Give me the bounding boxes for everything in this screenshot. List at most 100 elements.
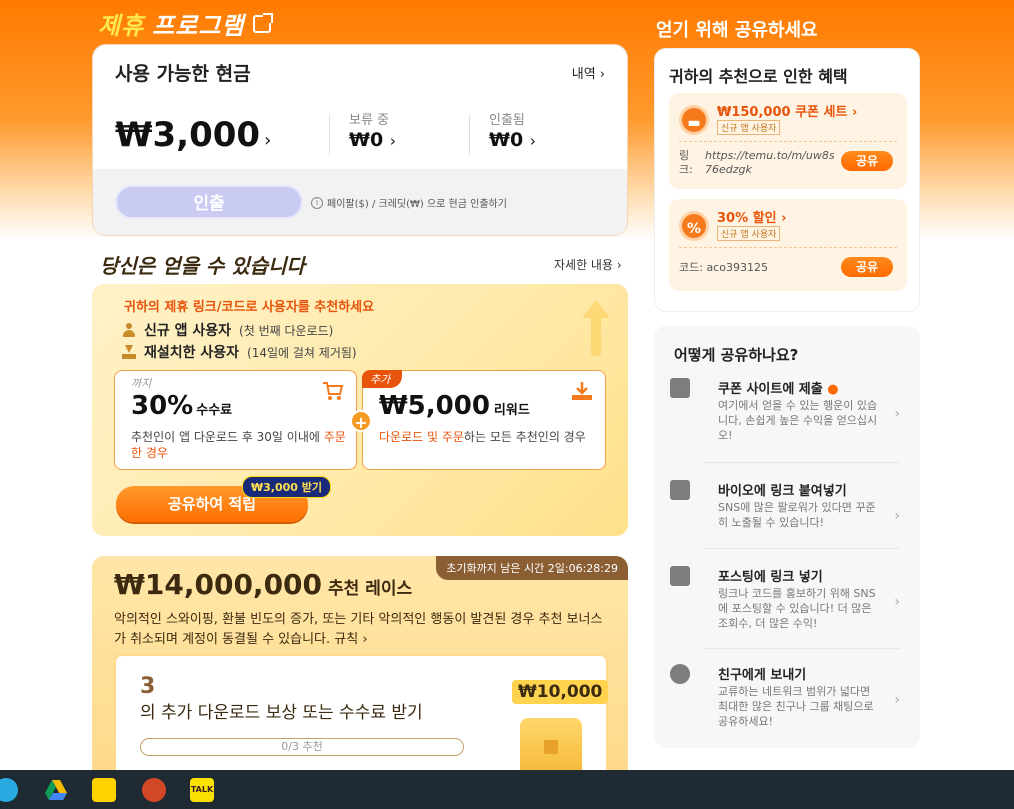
cash-title: 사용 가능한 현금 [115,63,251,85]
sticky-notes-icon[interactable] [92,778,116,802]
cash-card: 사용 가능한 현금 내역 › ₩3,000 › 보류 중 ₩0 › 인출됨 ₩0 … [92,44,628,236]
details-link-label: 자세한 내용 [554,258,614,272]
divider [679,247,897,248]
how-item-head-text: 쿠폰 사이트에 제출 [718,382,823,397]
share-panel-title: 얻기 위해 공유하세요 [656,20,818,41]
upto-label: 까지 [131,377,152,390]
discount-head[interactable]: 30% 할인 › [717,207,786,226]
race-sub: 의 추가 다운로드 보상 또는 수수료 받기 [140,703,423,723]
race-prize: ₩10,000 [512,680,609,704]
desc-suffix: 하는 모든 추천인의 경우 [463,430,586,444]
coupon-icon [670,378,690,398]
title-highlight: 제휴 [98,12,145,40]
withdraw-button[interactable]: 인출 [115,185,303,219]
taskbar: TALK [0,770,1014,809]
row1-note: (첫 번째 다운로드) [239,323,334,338]
divider [329,115,330,155]
discount-benefit: % 30% 할인 › 신규 앱 사용자 코드: aco393125 공유 [669,199,907,291]
coupon-head-text: ₩150,000 쿠폰 세트 [717,105,848,120]
benefit-title: 귀하의 추천으로 인한 혜택 [669,67,848,86]
reward-box: 추가 ₩5,000 리워드 다운로드 및 주문하는 모든 추천인의 경우 [362,370,606,470]
how-item-post-link[interactable]: 포스팅에 링크 넣기 링크나 코드를 홍보하기 위해 SNS에 포스팅할 수 있… [668,566,906,636]
chevron-right-icon: › [389,132,396,150]
how-item-desc: 링크나 코드를 홍보하기 위해 SNS에 포스팅할 수 있습니다! 더 많은 조… [718,587,876,630]
withdraw-note-text: 페이팔($) / 크레딧(₩) 으로 현금 인출하기 [327,199,507,210]
desc-highlight: 다운로드 및 주문 [379,430,464,444]
chevron-right-icon: › [894,594,900,610]
download-icon [122,345,136,359]
percent-suffix: 수수료 [196,403,233,418]
race-progress-bar: 0/3 추천 [140,738,464,756]
race-count: 3 [140,674,156,699]
pending-value[interactable]: ₩0 › [349,129,396,151]
how-item-bio-link[interactable]: 바이오에 링크 붙여넣기 SNS에 많은 팔로워가 있다면 꾸준히 노출될 수 … [668,480,906,540]
commission-percent: 30% 수수료 [131,391,232,421]
available-amount: ₩3,000 [115,115,261,155]
coupon-tag: 신규 앱 사용자 [717,120,781,135]
withdrawn-value[interactable]: ₩0 › [489,129,536,151]
withdrawn-label: 인출됨 [489,113,525,128]
history-link[interactable]: 내역 › [572,63,605,82]
row1-bold: 신규 앱 사용자 [144,323,232,339]
race-title: ₩14,000,000 추천 레이스 [114,568,412,601]
earn-headline: 귀하의 제휴 링크/코드로 사용자를 추천하세요 [124,300,375,315]
pending-amount: ₩0 [349,129,384,151]
earn-row-reinstall: 재설치한 사용자 (14일에 걸쳐 제거됨) [122,342,357,362]
share-code-button[interactable]: 공유 [841,257,893,277]
external-link-icon[interactable] [252,12,273,33]
chevron-right-icon: › [894,406,900,422]
referral-url[interactable]: https://temu.to/m/uw8s76edzgk [705,149,835,177]
title-rest: 프로그램 [152,12,245,40]
how-title: 어떻게 공유하나요? [674,346,799,364]
how-item-head: 쿠폰 사이트에 제출 ● [718,378,839,397]
extra-tag: 추가 [362,370,403,388]
google-drive-icon[interactable] [44,778,68,802]
how-item-head: 바이오에 링크 붙여넣기 [718,484,847,499]
page-title: 제휴 프로그램 [98,6,273,41]
how-item-desc: SNS에 많은 팔로워가 있다면 꾸준히 노출될 수 있습니다! [718,501,876,529]
reward-desc: 다운로드 및 주문하는 모든 추천인의 경우 [379,429,594,445]
share-link-button[interactable]: 공유 [841,151,893,171]
divider [704,548,900,549]
discount-head-text: 30% 할인 [717,211,777,226]
ticket-icon: ▬ [679,105,709,135]
available-cash[interactable]: ₩3,000 › [115,115,271,155]
withdrawn-amount: ₩0 [489,129,524,151]
divider [679,141,897,142]
earn-title: 당신은 얻을 수 있습니다 [100,254,305,278]
cart-icon [323,382,344,400]
info-icon[interactable]: i [311,196,323,209]
how-item-desc: 여기에서 얻을 수 있는 행운이 있습니다, 손쉽게 높은 수익을 얻으십시오! [718,399,878,442]
rules-link[interactable]: 규칙 › [334,632,367,647]
get-bonus-badge: ₩3,000 받기 [242,476,331,498]
details-link[interactable]: 자세한 내용 › [554,256,622,273]
percent-value: 30% [131,391,194,421]
reward-value: ₩5,000 [379,391,490,421]
row2-bold: 재설치한 사용자 [144,345,240,361]
kakaotalk-icon[interactable]: TALK [190,778,214,802]
coupon-head[interactable]: ₩150,000 쿠폰 세트 › [717,101,857,120]
commission-desc: 추천인이 앱 다운로드 후 30일 이내에 주문한 경우 [131,429,346,461]
commission-box: 까지 30% 수수료 추천인이 앱 다운로드 후 30일 이내에 주문한 경우 [114,370,357,470]
how-to-share-card: 어떻게 공유하나요? 쿠폰 사이트에 제출 ● 여기에서 얻을 수 있는 행운이… [654,326,920,748]
chevron-right-icon: › [599,67,605,82]
how-item-desc: 교류하는 네트워크 범위가 넓다면 최대한 많은 친구나 그룹 채팅으로 공유하… [718,685,874,728]
earn-card: 귀하의 제휴 링크/코드로 사용자를 추천하세요 신규 앱 사용자 (첫 번째 … [92,284,628,536]
discount-tag: 신규 앱 사용자 [717,226,781,241]
benefit-card: 귀하의 추천으로 인한 혜택 ▬ ₩150,000 쿠폰 세트 › 신규 앱 사… [654,48,920,312]
coupon-benefit: ▬ ₩150,000 쿠폰 세트 › 신규 앱 사용자 링크: https://… [669,93,907,189]
fire-icon: ● [827,382,839,397]
referral-code[interactable]: 코드: aco393125 [679,259,768,275]
powerpoint-icon[interactable] [142,778,166,802]
how-item-head: 포스팅에 링크 넣기 [718,570,823,585]
divider [469,115,470,155]
rules-link-label: 규칙 [334,632,359,647]
how-item-coupon-site[interactable]: 쿠폰 사이트에 제출 ● 여기에서 얻을 수 있는 행운이 있습니다, 손쉽게 … [668,378,906,448]
chevron-right-icon: › [264,130,272,151]
app-icon[interactable] [0,778,18,802]
divider [704,462,900,463]
post-icon [670,566,690,586]
earn-row-new-user: 신규 앱 사용자 (첫 번째 다운로드) [122,320,333,340]
how-item-send-friend[interactable]: 친구에게 보내기 교류하는 네트워크 범위가 넓다면 최대한 많은 친구나 그룹… [668,664,906,734]
reward-suffix: 리워드 [493,403,530,418]
